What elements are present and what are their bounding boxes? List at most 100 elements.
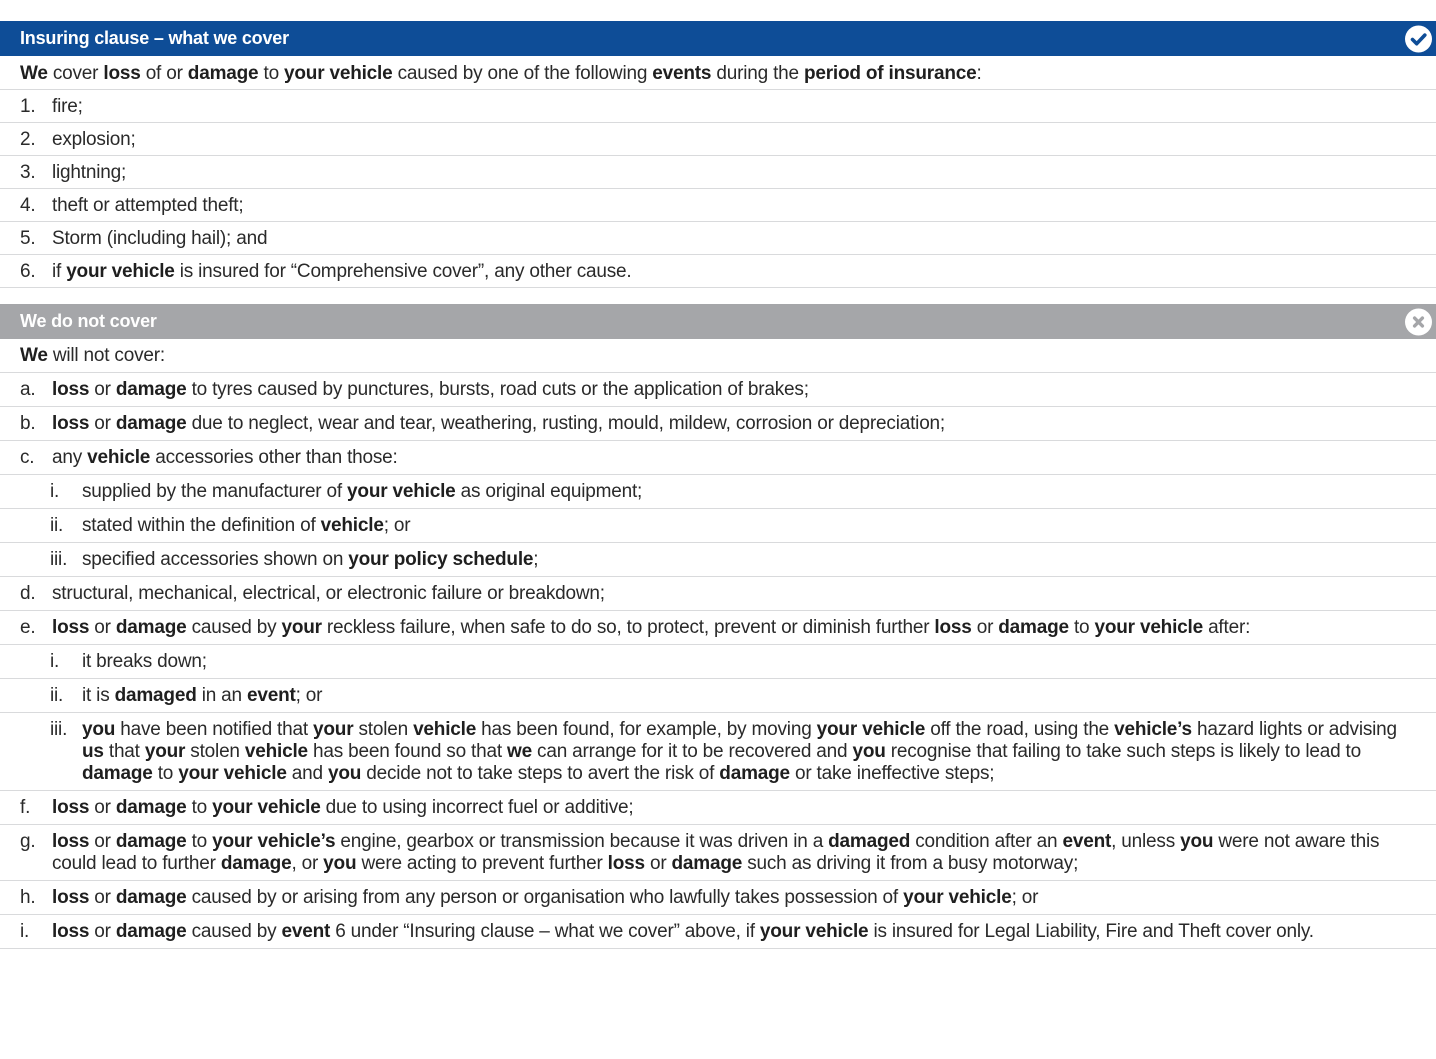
- list-item: c. any vehicle accessories other than tho…: [0, 441, 1436, 475]
- defined-term: damage: [115, 831, 187, 852]
- list-item-text: loss or damage due to neglect, wear and …: [52, 413, 1416, 435]
- list-item: a. loss or damage to tyres caused by punc…: [0, 373, 1436, 407]
- defined-term: your vehicle: [212, 797, 321, 818]
- defined-term: vehicle: [413, 719, 477, 740]
- text-run: during the: [711, 63, 804, 84]
- list-item-text: any vehicle accessories other than those…: [52, 447, 1416, 469]
- defined-term: damage: [220, 853, 292, 874]
- text-run: in an: [196, 685, 247, 706]
- text-run: explosion;: [52, 129, 136, 150]
- defined-term: loss: [52, 413, 90, 434]
- section-header-cover: Insuring clause – what we cover: [0, 21, 1436, 56]
- text-run: accessories other than those:: [150, 447, 398, 468]
- text-run: recognise that failing to take such step…: [885, 741, 1361, 762]
- defined-term: loss: [52, 921, 90, 942]
- defined-term: damage: [671, 853, 743, 874]
- defined-term: damage: [82, 763, 153, 784]
- defined-term: damage: [115, 413, 187, 434]
- defined-term: damage: [187, 63, 259, 84]
- list-marker: a.: [20, 379, 36, 400]
- text-run: to: [1068, 617, 1095, 638]
- text-run: or: [971, 617, 999, 638]
- defined-term: your vehicle: [347, 481, 456, 502]
- list-item: 5. Storm (including hail); and: [0, 222, 1436, 255]
- list-item-text: you have been notified that your stolen …: [82, 719, 1416, 785]
- list-item-text: it is damaged in an event; or: [82, 685, 1416, 707]
- text-run: stolen: [353, 719, 414, 740]
- defined-term: damaged: [828, 831, 911, 852]
- text-run: were acting to prevent further: [356, 853, 608, 874]
- list-item: 1. fire;: [0, 90, 1436, 123]
- list-marker: c.: [20, 447, 35, 468]
- defined-term: damaged: [114, 685, 197, 706]
- text-run: has been found, for example, by moving: [476, 719, 817, 740]
- defined-term: loss: [934, 617, 972, 638]
- defined-term: vehicle: [87, 447, 151, 468]
- text-run: Storm (including hail); and: [52, 228, 268, 249]
- list-marker: 5.: [20, 228, 36, 249]
- text-run: or: [89, 831, 116, 852]
- intro-paragraph: We cover loss of or damage to your vehic…: [0, 57, 1436, 90]
- intro-paragraph: We will not cover:: [0, 339, 1436, 373]
- text-run: decide not to take steps to avert the ri…: [361, 763, 720, 784]
- list-item-text: lightning;: [52, 162, 1416, 183]
- text-run: specified accessories shown on: [82, 549, 349, 570]
- defined-term: We: [20, 63, 48, 84]
- defined-term: loss: [52, 379, 90, 400]
- text-run: any: [52, 447, 88, 468]
- list-marker: g.: [20, 831, 36, 852]
- list-marker: ii.: [50, 515, 64, 536]
- text-run: or: [89, 413, 116, 434]
- defined-term: event: [246, 685, 296, 706]
- defined-term: your vehicle: [284, 63, 393, 84]
- defined-term: damage: [998, 617, 1069, 638]
- text-run: caused by or arising from any person or …: [186, 887, 904, 908]
- list-marker: 6.: [20, 261, 36, 282]
- defined-term: your: [313, 719, 354, 740]
- defined-term: vehicle: [320, 515, 384, 536]
- text-run: stolen: [185, 741, 245, 762]
- list-item-text: explosion;: [52, 129, 1416, 150]
- list-item-text: it breaks down;: [82, 651, 1416, 673]
- text-run: due to using incorrect fuel or additive;: [320, 797, 634, 818]
- defined-term: loss: [103, 63, 141, 84]
- list-marker: 2.: [20, 129, 36, 150]
- text-run: or: [89, 921, 116, 942]
- section-title-cover: Insuring clause – what we cover: [20, 28, 289, 48]
- list-item: i. loss or damage caused by event 6 under…: [0, 915, 1436, 949]
- list-item-text: loss or damage caused by event 6 under “…: [52, 921, 1416, 943]
- text-run: off the road, using the: [925, 719, 1115, 740]
- defined-term: damage: [719, 763, 790, 784]
- text-run: hazard lights or advising: [1191, 719, 1397, 740]
- defined-term: you: [327, 763, 362, 784]
- section-title-exclusions: We do not cover: [20, 311, 157, 331]
- defined-term: event: [281, 921, 331, 942]
- list-item-text: stated within the definition of vehicle;…: [82, 515, 1416, 537]
- list-item-text: theft or attempted theft;: [52, 195, 1416, 216]
- defined-term: damage: [115, 379, 187, 400]
- list-item: b. loss or damage due to neglect, wear an…: [0, 407, 1436, 441]
- list-marker: i.: [50, 651, 60, 672]
- defined-term: damage: [115, 797, 187, 818]
- text-run: reckless failure, when safe to do so, to…: [321, 617, 935, 638]
- text-run: caused by: [186, 617, 282, 638]
- defined-term: damage: [115, 921, 187, 942]
- cross-circle-icon: [1405, 308, 1432, 335]
- text-run: :: [976, 63, 982, 84]
- list-marker: d.: [20, 583, 36, 604]
- text-run: or: [644, 853, 672, 874]
- sub-list-item: i. supplied by the manufacturer of your v…: [0, 475, 1436, 509]
- list-item-text: supplied by the manufacturer of your veh…: [82, 481, 1416, 503]
- list-marker: i.: [20, 921, 30, 942]
- text-run: to: [258, 63, 285, 84]
- defined-term: loss: [607, 853, 645, 874]
- defined-term: your: [144, 741, 186, 762]
- text-run: such as driving it from a busy motorway;: [742, 853, 1079, 874]
- defined-term: your vehicle: [903, 887, 1012, 908]
- defined-term: loss: [52, 887, 90, 908]
- defined-term: damage: [115, 617, 187, 638]
- list-marker: 1.: [20, 96, 36, 117]
- sub-list-item: ii. stated within the definition of vehic…: [0, 509, 1436, 543]
- section-body-cover: We cover loss of or damage to your vehic…: [0, 57, 1436, 304]
- text-run: caused by: [186, 921, 282, 942]
